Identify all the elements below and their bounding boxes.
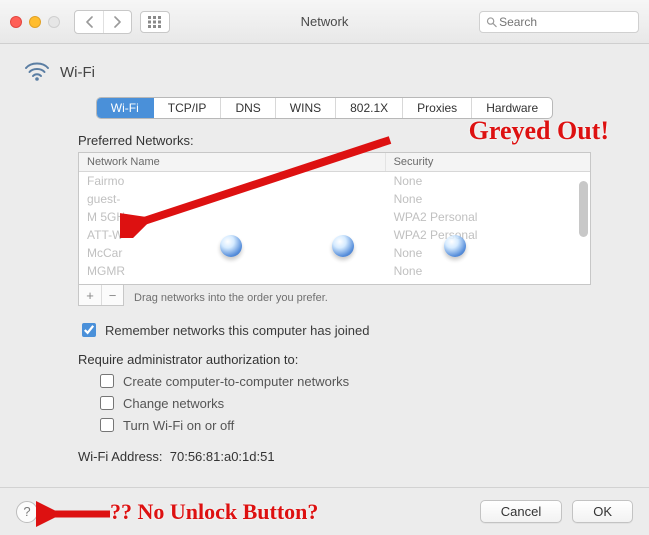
network-name-cell: Fairmo (79, 173, 386, 189)
nav-back-forward (74, 10, 132, 34)
remember-networks-label: Remember networks this computer has join… (105, 323, 369, 338)
table-row[interactable]: FairmoNone (79, 172, 590, 190)
admin-check-2[interactable] (100, 418, 114, 432)
table-row[interactable]: ATT-WWPA2 Personal (79, 226, 590, 244)
network-security-cell: None (386, 173, 590, 189)
preferred-networks-table: Network Name Security FairmoNoneguest-No… (78, 152, 591, 285)
tab-proxies[interactable]: Proxies (403, 98, 472, 118)
page-title: Wi-Fi (60, 64, 95, 81)
table-row[interactable]: MGMRNone (79, 262, 590, 280)
help-button[interactable]: ? (16, 501, 38, 523)
add-network-button[interactable]: + (79, 285, 101, 305)
back-button[interactable] (75, 11, 103, 33)
network-name-cell: ATT-W (79, 227, 386, 243)
network-name-cell: M 5GH (79, 209, 386, 225)
tab-tcpip[interactable]: TCP/IP (154, 98, 222, 118)
table-row[interactable]: M 5GHWPA2 Personal (79, 208, 590, 226)
scrollbar-thumb[interactable] (579, 181, 588, 237)
wifi-address-label: Wi-Fi Address: (78, 449, 163, 464)
table-row[interactable]: McCarNone (79, 244, 590, 262)
zoom-window-icon (48, 16, 60, 28)
search-icon (486, 16, 497, 28)
ok-button[interactable]: OK (572, 500, 633, 523)
tab-hardware[interactable]: Hardware (472, 98, 552, 118)
column-header-security[interactable]: Security (386, 153, 590, 171)
tab-wifi[interactable]: Wi-Fi (97, 98, 154, 118)
admin-auth-label: Require administrator authorization to: (78, 352, 591, 367)
search-field[interactable] (479, 11, 639, 33)
cancel-button[interactable]: Cancel (480, 500, 562, 523)
close-window-icon[interactable] (10, 16, 22, 28)
tab-8021x[interactable]: 802.1X (336, 98, 403, 118)
admin-check-label-1: Change networks (123, 396, 224, 411)
network-name-cell: MGMR (79, 263, 386, 279)
show-all-button[interactable] (140, 11, 170, 33)
search-input[interactable] (497, 14, 632, 30)
forward-button[interactable] (103, 11, 131, 33)
network-name-cell: guest- (79, 191, 386, 207)
remove-network-button[interactable]: − (101, 285, 123, 305)
table-scrollbar[interactable] (579, 181, 588, 278)
admin-check-1[interactable] (100, 396, 114, 410)
admin-check-0[interactable] (100, 374, 114, 388)
network-security-cell: None (386, 191, 590, 207)
minimize-window-icon[interactable] (29, 16, 41, 28)
network-name-cell: McCar (79, 245, 386, 261)
window-controls (10, 16, 60, 28)
preferred-networks-label: Preferred Networks: (78, 133, 591, 148)
admin-check-label-0: Create computer-to-computer networks (123, 374, 349, 389)
wifi-icon (24, 60, 50, 85)
table-row[interactable]: guest-None (79, 190, 590, 208)
wifi-address-value: 70:56:81:a0:1d:51 (170, 449, 275, 464)
network-security-cell: WPA2 Personal (386, 209, 590, 225)
remember-networks-checkbox[interactable] (82, 323, 96, 337)
tab-wins[interactable]: WINS (276, 98, 336, 118)
column-header-name[interactable]: Network Name (79, 153, 386, 171)
network-security-cell: None (386, 245, 590, 261)
network-security-cell: WPA2 Personal (386, 227, 590, 243)
admin-check-label-2: Turn Wi-Fi on or off (123, 418, 234, 433)
drag-hint: Drag networks into the order you prefer. (134, 286, 328, 304)
tab-bar: Wi-FiTCP/IPDNSWINS802.1XProxiesHardware (96, 97, 553, 119)
tab-dns[interactable]: DNS (221, 98, 275, 118)
network-security-cell: None (386, 263, 590, 279)
